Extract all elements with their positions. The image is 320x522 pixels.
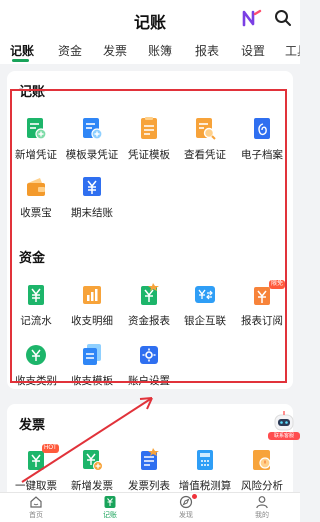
colorful-n-logo-icon[interactable]	[241, 8, 263, 28]
bank-link-button[interactable]: 银企互联	[174, 283, 236, 328]
notification-dot	[192, 494, 197, 499]
nav-home-label: 首页	[29, 512, 43, 519]
category-icon	[26, 345, 46, 365]
nav-discover[interactable]: 发现	[166, 494, 206, 520]
view-voucher-button[interactable]: 查看凭证	[174, 117, 236, 162]
receipt-wallet-label: 收票宝	[20, 207, 52, 219]
nav-discover-label: 发现	[179, 512, 193, 519]
new-invoice-icon	[83, 450, 103, 471]
e-archive-icon	[254, 118, 270, 139]
view-voucher-icon	[196, 118, 216, 140]
income-template-label: 收支模板	[71, 375, 113, 387]
tab-settings[interactable]: 设置	[241, 42, 265, 59]
account-settings-button[interactable]: 账户设置	[118, 343, 180, 388]
active-tab-indicator	[12, 59, 29, 62]
section-title-invoice: 发票	[19, 417, 46, 432]
search-icon[interactable]	[274, 9, 292, 27]
bookkeeping-icon	[104, 496, 116, 508]
section-title-bookkeeping: 记账	[19, 84, 46, 99]
report-subscribe-label: 报表订阅	[241, 315, 283, 327]
e-archive-label: 电子档案	[241, 149, 283, 161]
nav-bookkeeping-label: 记账	[103, 512, 117, 519]
invoice-list-label: 发票列表	[128, 480, 170, 492]
tab-tools[interactable]: 工具	[285, 42, 300, 59]
bank-link-icon	[195, 286, 215, 303]
nav-profile-label: 我的	[255, 512, 269, 519]
income-expense-detail-label: 收支明细	[71, 315, 113, 327]
new-voucher-button[interactable]: 新增凭证	[5, 117, 67, 162]
category-label: 收支类别	[15, 375, 57, 387]
template-voucher-icon	[83, 118, 103, 140]
period-close-label: 期末结账	[71, 207, 113, 219]
tab-funds[interactable]: 资金	[58, 42, 82, 59]
income-expense-detail-button[interactable]: 收支明细	[61, 283, 123, 328]
period-close-icon	[83, 177, 101, 196]
record-flow-icon	[28, 285, 44, 305]
risk-analysis-label: 风险分析	[241, 480, 283, 492]
category-button[interactable]: 收支类别	[5, 343, 67, 388]
section-title-funds: 资金	[19, 250, 46, 265]
template-voucher-button[interactable]: 模板录凭证	[61, 117, 123, 162]
nav-bookkeeping[interactable]: 记账	[90, 495, 130, 520]
vat-calculator-icon	[197, 450, 213, 470]
template-voucher-label: 模板录凭证	[65, 149, 119, 161]
compass-icon	[179, 495, 193, 509]
voucher-template-label: 凭证模板	[128, 149, 170, 161]
customer-service-button[interactable]: 联系客服	[268, 410, 300, 444]
income-template-button[interactable]: 收支模板	[61, 343, 123, 388]
fund-report-icon	[141, 283, 159, 305]
free-badge: 限免	[269, 280, 286, 289]
robot-helper-icon	[274, 411, 294, 431]
voucher-template-button[interactable]: 凭证模板	[118, 117, 180, 162]
bank-link-label: 银企互联	[184, 315, 226, 327]
record-flow-button[interactable]: 记流水	[5, 283, 67, 328]
view-voucher-label: 查看凭证	[184, 149, 226, 161]
vat-calculator-button[interactable]: 增值税测算	[174, 448, 236, 493]
vat-calculator-label: 增值税测算	[178, 480, 232, 492]
tab-bookkeeping[interactable]: 记账	[10, 42, 34, 59]
voucher-template-icon	[141, 117, 157, 139]
income-template-icon	[83, 344, 101, 365]
bookkeeping-funds-card: 记账 新增凭证 模板录凭证 凭证模板 查看凭证 电子档案 收票宝 期末结账 资金…	[7, 71, 293, 389]
tab-invoice[interactable]: 发票	[103, 42, 127, 59]
profile-icon	[256, 496, 268, 509]
period-close-button[interactable]: 期末结账	[61, 175, 123, 220]
record-flow-label: 记流水	[20, 315, 52, 327]
wallet-icon	[27, 178, 45, 196]
new-invoice-label: 新增发票	[71, 480, 113, 492]
bottom-nav: 首页 记账 发现 我的	[0, 492, 300, 522]
fund-report-label: 资金报表	[128, 315, 170, 327]
e-archive-button[interactable]: 电子档案	[231, 117, 293, 162]
report-subscribe-button[interactable]: 限免 报表订阅	[231, 280, 293, 328]
receipt-wallet-button[interactable]: 收票宝	[5, 175, 67, 220]
home-icon	[30, 496, 42, 508]
new-invoice-button[interactable]: 新增发票	[61, 448, 123, 493]
risk-analysis-icon	[253, 450, 271, 470]
fetch-invoice-button[interactable]: HOT 一键取票	[5, 444, 67, 493]
fund-report-button[interactable]: 资金报表	[118, 283, 180, 328]
income-expense-chart-icon	[83, 286, 101, 304]
risk-analysis-button[interactable]: 风险分析	[231, 448, 293, 493]
app-header: 记账	[0, 0, 300, 38]
account-settings-label: 账户设置	[128, 375, 170, 387]
invoice-list-icon	[141, 448, 159, 470]
nav-profile[interactable]: 我的	[242, 495, 282, 520]
account-settings-icon	[140, 346, 158, 364]
nav-home[interactable]: 首页	[16, 495, 56, 520]
hot-badge: HOT	[42, 444, 59, 453]
new-voucher-icon	[27, 118, 47, 140]
new-voucher-label: 新增凭证	[15, 149, 57, 161]
tab-ledger[interactable]: 账簿	[148, 42, 172, 59]
tab-reports[interactable]: 报表	[195, 42, 219, 59]
customer-service-label: 联系客服	[268, 432, 300, 440]
top-tab-bar: 记账 资金 发票 账簿 报表 设置 工具	[0, 38, 300, 64]
invoice-list-button[interactable]: 发票列表	[118, 448, 180, 493]
fetch-invoice-label: 一键取票	[15, 480, 57, 492]
